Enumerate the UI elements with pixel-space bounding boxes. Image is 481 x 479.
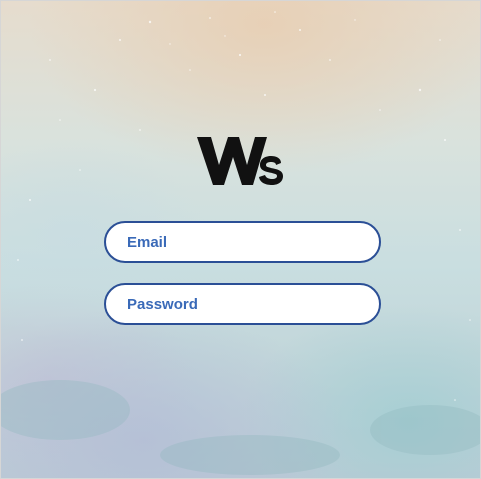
ws-logo-icon: [197, 137, 283, 185]
password-field[interactable]: [104, 283, 381, 325]
email-field[interactable]: [104, 221, 381, 263]
password-input[interactable]: [125, 294, 379, 314]
email-input[interactable]: [125, 232, 379, 252]
